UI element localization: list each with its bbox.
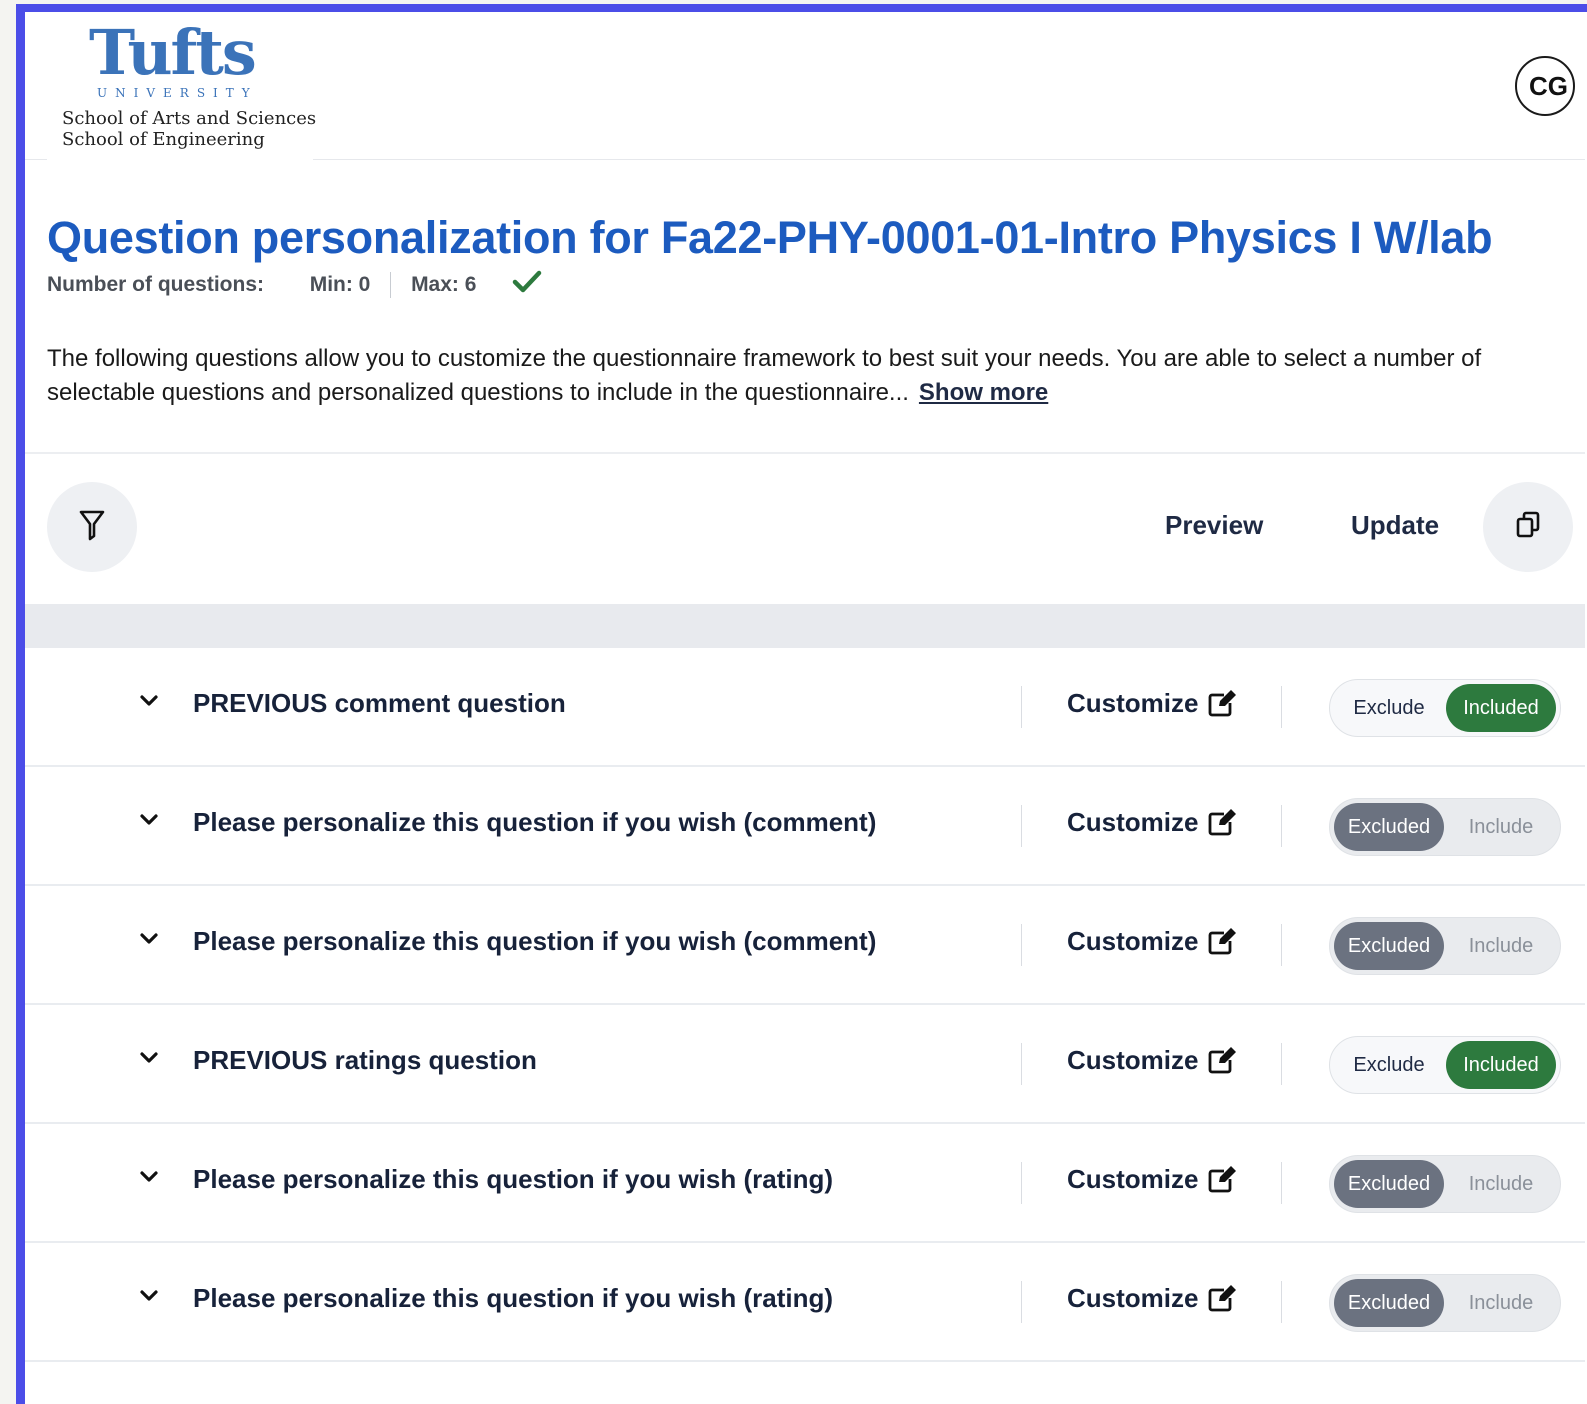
- list-header-band: [25, 604, 1585, 648]
- question-row: Please personalize this question if you …: [25, 886, 1585, 1005]
- include-option[interactable]: Include: [1446, 922, 1556, 970]
- include-toggle[interactable]: Excluded Include: [1329, 798, 1561, 856]
- count-label: Number of questions:: [47, 273, 265, 296]
- chevron-down-icon[interactable]: [139, 932, 159, 951]
- chevron-down-icon[interactable]: [139, 813, 159, 832]
- user-avatar[interactable]: CG: [1515, 56, 1575, 116]
- edit-icon[interactable]: [1207, 1166, 1237, 1199]
- filter-button[interactable]: [47, 482, 137, 572]
- question-row: PREVIOUS ratings question Customize Excl…: [25, 1005, 1585, 1124]
- question-row: Please personalize this question if you …: [25, 767, 1585, 886]
- question-text: Please personalize this question if you …: [193, 926, 877, 956]
- edit-icon[interactable]: [1207, 928, 1237, 961]
- included-option[interactable]: Included: [1446, 684, 1556, 732]
- customize-button[interactable]: Customize: [1067, 688, 1198, 719]
- chevron-down-icon[interactable]: [139, 1170, 159, 1189]
- description-line-2: selectable questions and personalized qu…: [47, 379, 909, 406]
- customize-button[interactable]: Customize: [1067, 1045, 1198, 1076]
- include-toggle[interactable]: Excluded Include: [1329, 1155, 1561, 1213]
- column-divider: [1281, 1281, 1282, 1323]
- include-toggle[interactable]: Exclude Included: [1329, 679, 1561, 737]
- column-divider: [1281, 1043, 1282, 1085]
- column-divider: [1281, 1162, 1282, 1204]
- column-divider: [1021, 1281, 1022, 1323]
- column-divider: [1021, 805, 1022, 847]
- chevron-down-icon[interactable]: [139, 694, 159, 713]
- customize-button[interactable]: Customize: [1067, 926, 1198, 957]
- top-bar: Tufts UNIVERSITY School of Arts and Scie…: [25, 12, 1585, 160]
- update-button[interactable]: Update: [1351, 510, 1439, 541]
- include-option[interactable]: Include: [1446, 803, 1556, 851]
- edit-icon[interactable]: [1207, 690, 1237, 723]
- question-list: PREVIOUS comment question Customize Excl…: [25, 648, 1585, 1362]
- question-text: Please personalize this question if you …: [193, 807, 877, 837]
- min-count: Min: 0: [309, 273, 371, 296]
- meta-divider: [390, 272, 392, 298]
- max-count: Max: 6: [411, 273, 477, 296]
- column-divider: [1281, 805, 1282, 847]
- customize-button[interactable]: Customize: [1067, 807, 1198, 838]
- include-toggle[interactable]: Excluded Include: [1329, 1274, 1561, 1332]
- included-option[interactable]: Included: [1446, 1041, 1556, 1089]
- include-option[interactable]: Include: [1446, 1279, 1556, 1327]
- tufts-logo[interactable]: Tufts UNIVERSITY School of Arts and Scie…: [47, 12, 317, 160]
- excluded-option[interactable]: Excluded: [1334, 1160, 1444, 1208]
- question-count-summary: Number of questions: Min: 0 Max: 6: [47, 270, 542, 300]
- edit-icon[interactable]: [1207, 1047, 1237, 1080]
- filter-icon: [78, 509, 106, 546]
- logo-wordmark: Tufts: [89, 16, 257, 89]
- description-line-1: The following questions allow you to cus…: [47, 345, 1482, 372]
- logo-school-1: School of Arts and Sciences: [62, 108, 317, 129]
- copy-button[interactable]: [1483, 482, 1573, 572]
- include-toggle[interactable]: Excluded Include: [1329, 917, 1561, 975]
- toolbar: Preview Update: [25, 454, 1585, 604]
- edit-icon[interactable]: [1207, 1285, 1237, 1318]
- question-text: Please personalize this question if you …: [193, 1283, 834, 1313]
- excluded-option[interactable]: Excluded: [1334, 803, 1444, 851]
- question-text: PREVIOUS comment question: [193, 688, 566, 718]
- question-row: PREVIOUS comment question Customize Excl…: [25, 648, 1585, 767]
- excluded-option[interactable]: Excluded: [1334, 1279, 1444, 1327]
- question-text: Please personalize this question if you …: [193, 1164, 834, 1194]
- description: The following questions allow you to cus…: [47, 342, 1577, 410]
- customize-button[interactable]: Customize: [1067, 1283, 1198, 1314]
- app-frame: Tufts UNIVERSITY School of Arts and Scie…: [16, 4, 1587, 1404]
- edit-icon[interactable]: [1207, 809, 1237, 842]
- column-divider: [1021, 686, 1022, 728]
- page-title: Question personalization for Fa22-PHY-00…: [47, 212, 1493, 263]
- include-option[interactable]: Include: [1446, 1160, 1556, 1208]
- chevron-down-icon[interactable]: [139, 1289, 159, 1308]
- exclude-option[interactable]: Exclude: [1334, 1041, 1444, 1089]
- column-divider: [1281, 924, 1282, 966]
- chevron-down-icon[interactable]: [139, 1051, 159, 1070]
- copy-icon: [1515, 511, 1541, 544]
- preview-button[interactable]: Preview: [1165, 510, 1263, 541]
- customize-button[interactable]: Customize: [1067, 1164, 1198, 1195]
- logo-school-2: School of Engineering: [62, 129, 265, 150]
- question-text: PREVIOUS ratings question: [193, 1045, 537, 1075]
- logo-subtitle: UNIVERSITY: [97, 86, 258, 100]
- column-divider: [1021, 924, 1022, 966]
- show-more-link[interactable]: Show more: [919, 379, 1048, 406]
- exclude-option[interactable]: Exclude: [1334, 684, 1444, 732]
- column-divider: [1021, 1043, 1022, 1085]
- excluded-option[interactable]: Excluded: [1334, 922, 1444, 970]
- question-row: Please personalize this question if you …: [25, 1124, 1585, 1243]
- include-toggle[interactable]: Exclude Included: [1329, 1036, 1561, 1094]
- question-row: Please personalize this question if you …: [25, 1243, 1585, 1362]
- checkmark-icon: [512, 270, 542, 300]
- column-divider: [1281, 686, 1282, 728]
- column-divider: [1021, 1162, 1022, 1204]
